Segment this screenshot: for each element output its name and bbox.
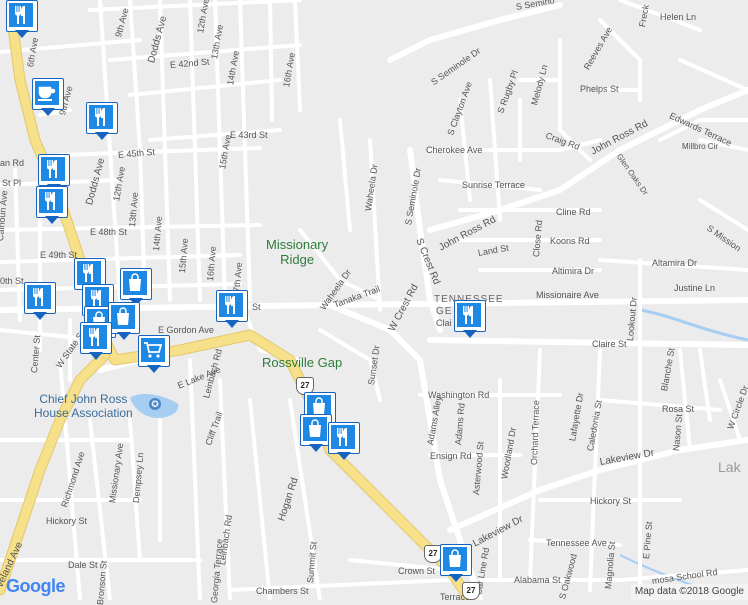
shopping-marker[interactable] xyxy=(108,302,140,342)
street-label: Chambers St xyxy=(256,586,309,596)
street-label: Sunrise Terrace xyxy=(462,180,525,190)
missionary-ridge-label: Missionary Ridge xyxy=(266,237,329,267)
street-label: E 48th St xyxy=(90,227,128,237)
fork-knife-icon xyxy=(89,328,99,346)
street-label: Koons Rd xyxy=(550,236,590,246)
shopping-bag-icon xyxy=(129,273,141,291)
rossville-gap-label: Rossville Gap xyxy=(262,355,343,370)
street-label: Helen Ln xyxy=(660,12,697,22)
coffee-cup-icon xyxy=(38,86,56,101)
cafe-marker[interactable] xyxy=(32,78,64,118)
street-label: an Rd xyxy=(0,158,25,168)
street-label: Crown St xyxy=(398,566,436,576)
restaurant-marker[interactable] xyxy=(36,186,68,226)
street-label: Altamira Dr xyxy=(652,258,698,268)
lake-fragment-label: Lak xyxy=(718,459,741,475)
street-label: Phelps St xyxy=(580,84,619,94)
street-label: E 49th St xyxy=(40,250,78,260)
street-label: 0th St xyxy=(0,276,24,286)
street-label: St xyxy=(252,302,261,312)
street-label: Millbro Cir xyxy=(682,142,718,151)
street-label: Tennessee Ave xyxy=(546,538,607,548)
street-label: E 43rd St xyxy=(230,130,268,140)
fork-knife-icon xyxy=(225,296,235,314)
street-label: Hickory St xyxy=(590,496,632,506)
street-label: Alabama St xyxy=(514,575,561,585)
restaurant-marker[interactable] xyxy=(328,422,360,462)
shopping-cart-icon xyxy=(144,342,163,358)
georgia-state-label: GE xyxy=(436,306,453,317)
fork-knife-icon xyxy=(83,264,93,282)
street-label: Cline Rd xyxy=(556,207,591,217)
fork-knife-icon xyxy=(47,160,57,178)
grocery-marker[interactable] xyxy=(138,335,170,375)
street-label: Hickory St xyxy=(46,516,88,526)
street-label: E Gordon Ave xyxy=(158,325,214,335)
restaurant-marker[interactable] xyxy=(6,0,38,40)
restaurant-marker[interactable] xyxy=(454,300,486,340)
shopping-bag-icon xyxy=(309,419,321,437)
fork-knife-icon xyxy=(95,108,105,126)
street-label: Ensign Rd xyxy=(430,451,472,461)
fork-knife-icon xyxy=(15,6,25,24)
google-logo: Google xyxy=(6,576,66,596)
map-attribution[interactable]: Map data ©2018 Google xyxy=(630,584,748,600)
shopping-bag-icon xyxy=(449,549,461,567)
street-label: St Pl xyxy=(2,178,22,188)
restaurant-marker[interactable] xyxy=(86,102,118,142)
street-label: Justine Ln xyxy=(674,283,716,293)
landmark-icon[interactable]: ✪ xyxy=(149,398,161,410)
shopping-bag-icon xyxy=(117,307,129,325)
fork-knife-icon xyxy=(337,428,347,446)
street-label: Cherokee Ave xyxy=(426,145,483,155)
street-label: Missionaire Ave xyxy=(536,290,599,300)
street-label: Altimira Dr xyxy=(552,266,594,276)
chief-john-ross-house-label: Chief John Ross House Association xyxy=(34,392,133,420)
us-27-shield: 27 xyxy=(462,582,480,600)
fork-knife-icon xyxy=(463,306,473,324)
restaurant-marker[interactable] xyxy=(24,282,56,322)
restaurant-marker[interactable] xyxy=(80,322,112,362)
fork-knife-icon xyxy=(33,288,43,306)
restaurant-marker[interactable] xyxy=(216,290,248,330)
street-label: Dale St xyxy=(68,560,98,570)
street-label: Claire St xyxy=(592,339,627,349)
street-label: Clai xyxy=(436,318,452,328)
street-label: Rosa St xyxy=(662,404,695,414)
shopping-marker[interactable] xyxy=(440,544,472,584)
fork-knife-icon xyxy=(45,192,55,210)
